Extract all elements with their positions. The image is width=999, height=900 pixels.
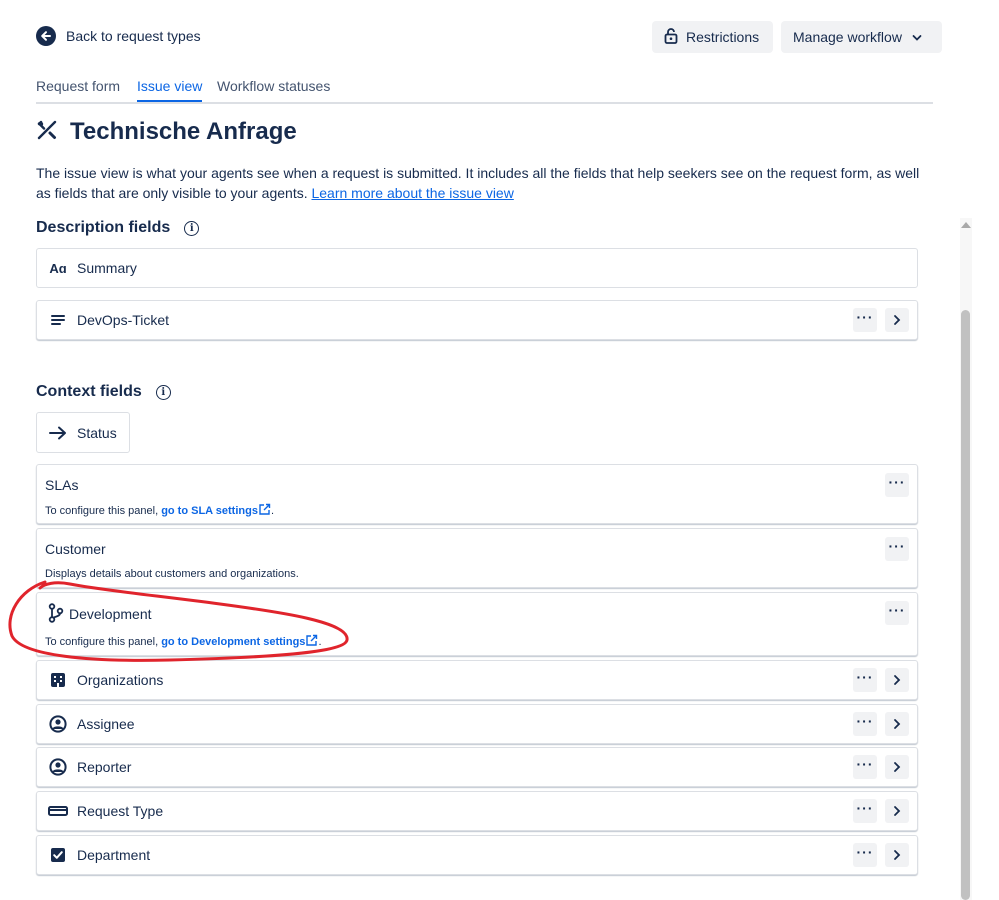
expand-button[interactable] — [885, 712, 909, 736]
tab-request-form[interactable]: Request form — [36, 78, 120, 100]
back-link-label: Back to request types — [66, 28, 201, 44]
more-icon: ··· — [856, 669, 874, 685]
info-icon[interactable]: i — [155, 384, 171, 400]
more-options-button[interactable]: ··· — [853, 799, 877, 823]
field-label: Status — [77, 424, 117, 441]
chevron-right-icon — [894, 850, 901, 860]
page-title: Technische Anfrage — [70, 118, 297, 145]
field-label: Summary — [77, 260, 137, 276]
restrictions-button[interactable]: Restrictions — [652, 21, 773, 53]
field-label: Organizations — [77, 672, 164, 688]
description-fields-heading: Description fields i — [36, 219, 200, 237]
field-row-assignee[interactable]: Assignee ··· — [36, 704, 918, 744]
expand-button[interactable] — [885, 799, 909, 823]
chevron-down-icon — [912, 29, 922, 45]
rectangle-icon — [48, 801, 68, 821]
office-building-icon — [48, 670, 68, 690]
more-options-button[interactable]: ··· — [885, 473, 909, 497]
more-options-button[interactable]: ··· — [853, 755, 877, 779]
learn-more-link[interactable]: Learn more about the issue view — [311, 185, 513, 201]
expand-button[interactable] — [885, 308, 909, 332]
page-description: The issue view is what your agents see w… — [36, 163, 926, 203]
more-options-button[interactable]: ··· — [885, 537, 909, 561]
back-link[interactable]: Back to request types — [36, 26, 201, 46]
arrow-left-icon — [36, 26, 56, 46]
panel-description-suffix: . — [270, 505, 275, 517]
description-fields-title: Description fields — [36, 219, 171, 236]
arrow-right-icon — [48, 423, 68, 443]
more-icon: ··· — [888, 602, 906, 618]
chevron-right-icon — [894, 315, 901, 325]
field-label: DevOps-Ticket — [77, 312, 170, 328]
tab-issue-view[interactable]: Issue view — [137, 78, 203, 102]
field-row-reporter[interactable]: Reporter ··· — [36, 747, 918, 787]
more-icon: ··· — [888, 474, 906, 490]
chevron-right-icon — [894, 675, 901, 685]
annotation-ellipse — [8, 580, 349, 662]
tools-icon — [36, 119, 58, 146]
field-row-devops-ticket[interactable]: DevOps-Ticket ··· — [36, 300, 918, 340]
sla-settings-link[interactable]: go to SLA settings — [161, 505, 258, 517]
checkbox-icon — [48, 845, 68, 865]
panel-title: Customer — [45, 541, 106, 557]
chevron-right-icon — [894, 762, 901, 772]
unlock-icon — [664, 27, 678, 47]
paragraph-icon — [48, 310, 68, 330]
expand-button[interactable] — [885, 843, 909, 867]
external-link-icon — [259, 503, 271, 515]
tab-workflow-statuses[interactable]: Workflow statuses — [217, 78, 330, 100]
panel-slas[interactable]: SLAs To configure this panel, go to SLA … — [36, 464, 918, 524]
context-fields-heading: Context fields i — [36, 383, 171, 401]
chevron-right-icon — [894, 806, 901, 816]
more-options-button[interactable]: ··· — [885, 601, 909, 625]
person-circle-icon — [48, 757, 68, 777]
panel-description-text: To configure this panel, — [45, 505, 162, 517]
manage-workflow-button[interactable]: Manage workflow — [781, 21, 942, 53]
expand-button[interactable] — [885, 755, 909, 779]
context-fields-title: Context fields — [36, 383, 142, 400]
more-icon: ··· — [856, 756, 874, 772]
more-icon: ··· — [856, 713, 874, 729]
more-options-button[interactable]: ··· — [853, 843, 877, 867]
more-options-button[interactable]: ··· — [853, 308, 877, 332]
text-format-icon: Aɑ — [49, 260, 67, 276]
scrollbar-thumb[interactable] — [961, 310, 970, 900]
field-row-request-type[interactable]: Request Type ··· — [36, 791, 918, 831]
panel-description: To configure this panel, go to SLA setti… — [45, 503, 274, 517]
scroll-up-icon[interactable] — [961, 222, 971, 228]
field-row-summary[interactable]: Aɑ Summary — [36, 248, 918, 288]
expand-button[interactable] — [885, 668, 909, 692]
manage-workflow-label: Manage workflow — [793, 29, 902, 45]
field-label: Request Type — [77, 803, 164, 819]
field-row-department[interactable]: Department ··· — [36, 835, 918, 875]
info-icon[interactable]: i — [184, 220, 200, 236]
restrictions-label: Restrictions — [686, 29, 760, 45]
tab-bar: Request form Issue view Workflow statuse… — [36, 78, 933, 104]
person-circle-icon — [48, 714, 68, 734]
page-title-row: Technische Anfrage — [36, 118, 297, 146]
more-icon: ··· — [888, 538, 906, 554]
field-label: Reporter — [77, 759, 132, 775]
field-label: Department — [77, 847, 151, 863]
more-icon: ··· — [856, 309, 874, 325]
chevron-right-icon — [894, 719, 901, 729]
more-icon: ··· — [856, 800, 874, 816]
more-options-button[interactable]: ··· — [853, 668, 877, 692]
field-label: Assignee — [77, 716, 135, 732]
panel-title: SLAs — [45, 477, 79, 493]
field-row-status[interactable]: Status — [36, 412, 130, 453]
more-options-button[interactable]: ··· — [853, 712, 877, 736]
more-icon: ··· — [856, 844, 874, 860]
